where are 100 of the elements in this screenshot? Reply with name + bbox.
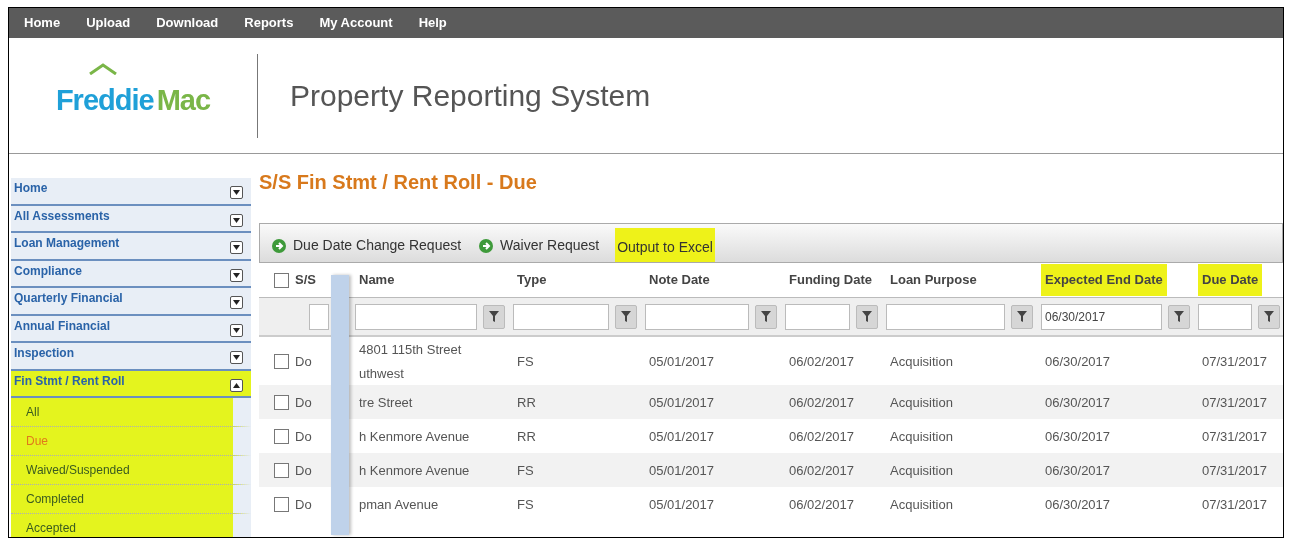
table-cell: 06/02/2017 [789,463,855,478]
filter-button[interactable] [1168,304,1190,329]
export-link[interactable]: Output to Excel [615,228,715,262]
nav-link[interactable]: Help [418,13,447,33]
checkbox[interactable] [273,462,289,478]
filter-button[interactable] [856,304,878,329]
filter-field[interactable] [309,303,329,330]
checkbox[interactable] [273,496,289,512]
filter-field[interactable] [513,303,609,330]
table-cell: 07/31/2017 [1202,354,1268,369]
nav-link[interactable]: Home [24,13,61,33]
filter-field[interactable] [785,303,850,330]
table-cell: 06/30/2017 [1045,395,1111,410]
table-cell: Do [295,463,312,478]
sidebar-item[interactable]: Home [11,178,251,206]
sidebar-item[interactable]: Compliance [11,260,251,288]
table-cell: Acquisition [890,395,953,410]
column-header[interactable]: Loan Purpose [886,270,981,290]
table-cell: RR [517,429,536,444]
filter-icon [1017,311,1027,322]
toolbar-button[interactable]: Waiver Request [477,235,602,256]
sidebar-item[interactable]: All Assessments [11,205,251,233]
filter-button[interactable] [1258,304,1280,329]
column-header[interactable]: S/S [291,270,320,290]
table-cell: 07/31/2017 [1202,463,1268,478]
sidebar-subitem[interactable]: Waived/Suspended [11,456,251,485]
checkbox[interactable] [273,353,289,369]
table-cell: 06/02/2017 [789,395,855,410]
nav-link[interactable]: Upload [86,13,131,33]
toggle-icon[interactable] [230,351,243,364]
column-header[interactable]: Due Date [1198,264,1263,296]
arrow-circle-icon [479,238,494,253]
table-cell: 05/01/2017 [649,429,715,444]
table-cell: tre Street [359,395,413,410]
column-header[interactable]: Funding Date [785,270,877,290]
nav-link[interactable]: Reports [244,13,294,33]
table-cell: FS [517,463,534,478]
sidebar-item[interactable]: Quarterly Financial [11,288,251,316]
filter-button[interactable] [483,304,505,329]
column-header[interactable]: Note Date [645,270,714,290]
sidebar-item[interactable]: Annual Financial [11,315,251,343]
table-cell: 06/30/2017 [1045,497,1111,512]
filter-icon [761,311,771,322]
table-cell: 06/30/2017 [1045,429,1111,444]
toggle-icon[interactable] [230,268,243,282]
table-cell: Acquisition [890,354,953,369]
sidebar-subitem[interactable]: Accepted [11,514,251,537]
column-header[interactable]: Name [355,270,399,290]
table-cell: h Kenmore Avenue [359,463,470,478]
checkbox[interactable] [273,272,289,288]
sidebar-subitem[interactable]: All [11,398,251,427]
app-title: Property Reporting System [290,78,651,114]
toggle-icon[interactable] [230,186,243,199]
table-cell: Acquisition [890,429,953,444]
roof-icon [88,62,118,75]
table-cell: 06/30/2017 [1045,354,1111,369]
filter-field[interactable]: 06/30/2017 [1041,303,1162,330]
filter-icon [1264,311,1274,322]
table-cell: Acquisition [890,463,953,478]
table-cell: Do [295,429,312,444]
sidebar-subitem[interactable]: Completed [11,485,251,514]
table-cell: 06/30/2017 [1045,463,1111,478]
sidebar-item[interactable]: Loan Management [11,233,251,261]
table-cell: 05/01/2017 [649,463,715,478]
checkbox[interactable] [273,394,289,410]
toggle-icon[interactable] [230,213,243,227]
toolbar-button[interactable]: Due Date Change Request [270,235,464,256]
table-cell: 07/31/2017 [1202,429,1268,444]
sidebar-item[interactable]: Fin Stmt / Rent Roll [11,370,251,398]
column-header[interactable]: Type [513,270,551,290]
filter-icon [1174,311,1184,322]
filter-field[interactable] [645,303,749,330]
table-cell: 05/01/2017 [649,395,715,410]
filter-button[interactable] [615,304,637,329]
checkbox[interactable] [273,428,289,444]
nav-link[interactable]: Download [156,13,219,33]
filter-icon [862,311,872,322]
toggle-icon[interactable] [230,378,243,392]
sidebar-item[interactable]: Inspection [11,343,251,371]
filter-button[interactable] [755,304,777,329]
table-cell: 06/02/2017 [789,354,855,369]
nav-link[interactable]: My Account [319,13,393,33]
table-cell: pman Avenue [359,497,439,512]
column-header[interactable]: Expected End Date [1041,264,1167,296]
table-cell: FS [517,354,534,369]
table-cell: 07/31/2017 [1202,497,1268,512]
toggle-icon[interactable] [230,241,243,254]
filter-field[interactable] [886,303,1005,330]
table-cell: RR [517,395,536,410]
table-cell: h Kenmore Avenue [359,429,470,444]
filter-button[interactable] [1011,304,1033,329]
toggle-icon[interactable] [230,296,243,309]
arrow-circle-icon [272,238,286,253]
toggle-icon[interactable] [230,323,243,337]
logo: FreddieMac [9,68,257,123]
filter-field[interactable] [1198,303,1252,330]
filter-icon [489,311,499,322]
table-cell: 06/02/2017 [789,497,855,512]
filter-field[interactable] [355,303,477,330]
table-cell: 06/02/2017 [789,429,855,444]
